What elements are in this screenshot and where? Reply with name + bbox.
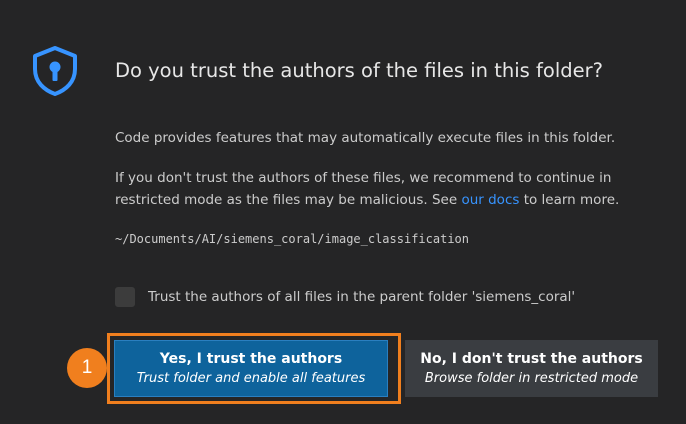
dialog-description: Code provides features that may automati… <box>115 130 616 146</box>
dialog-title: Do you trust the authors of the files in… <box>115 59 603 82</box>
trust-parent-checkbox-row[interactable]: Trust the authors of all files in the pa… <box>115 287 575 307</box>
warning-line-2: restricted mode as the files may be mali… <box>115 189 619 211</box>
dont-trust-button-subtitle: Browse folder in restricted mode <box>424 370 639 386</box>
dialog-warning-text: If you don't trust the authors of these … <box>115 167 619 211</box>
highlight-frame <box>107 333 401 404</box>
warning-line-1: If you don't trust the authors of these … <box>115 170 612 186</box>
shield-lock-icon <box>33 46 77 96</box>
warning-text-after-link: to learn more. <box>519 192 620 208</box>
warning-text-before-link: restricted mode as the files may be mali… <box>115 192 462 208</box>
trust-parent-checkbox[interactable] <box>115 287 135 307</box>
trust-parent-checkbox-label: Trust the authors of all files in the pa… <box>148 289 576 305</box>
our-docs-link[interactable]: our docs <box>461 192 519 208</box>
dont-trust-button-title: No, I don't trust the authors <box>420 350 643 367</box>
folder-path: ~/Documents/AI/siemens_coral/image_class… <box>115 232 470 246</box>
step-number-badge: 1 <box>67 348 107 388</box>
dont-trust-authors-button[interactable]: No, I don't trust the authors Browse fol… <box>405 340 658 397</box>
